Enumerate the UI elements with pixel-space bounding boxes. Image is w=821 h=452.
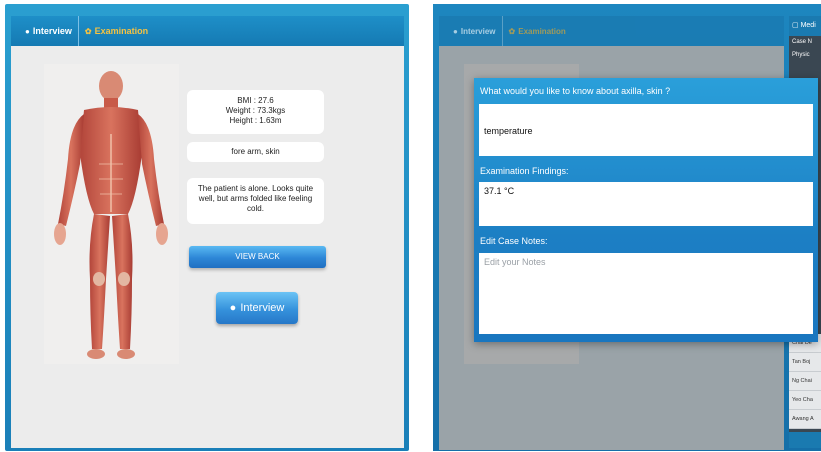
- stethoscope-icon: ✿: [84, 26, 92, 36]
- selected-region-text: fore arm, skin: [231, 147, 280, 156]
- chat-bubbles-icon: ●: [25, 26, 30, 36]
- tab-bar-dimmed: ● Interview ✿ Examination: [439, 16, 784, 46]
- side-panel-footer: [789, 432, 821, 448]
- tab-interview-label: Interview: [32, 26, 72, 36]
- list-item[interactable]: Awang A: [789, 410, 821, 429]
- height-value: Height : 1.63m: [229, 116, 282, 125]
- stethoscope-icon: ✿: [508, 26, 516, 36]
- question-label: What would you like to know about axilla…: [480, 86, 671, 96]
- chat-bubbles-icon: ●: [229, 302, 237, 314]
- screenshot-root: ● Interview ✿ Examination BMI: 27.6 Wei…: [0, 0, 821, 452]
- notes-label: Edit Case Notes:: [480, 236, 548, 246]
- anatomy-body-image[interactable]: [44, 64, 179, 364]
- interview-button[interactable]: ● Interview: [216, 292, 298, 324]
- side-line-case[interactable]: Case N: [789, 36, 821, 49]
- view-back-button[interactable]: VIEW BACK: [189, 246, 326, 268]
- findings-label: Examination Findings:: [480, 166, 569, 176]
- list-item[interactable]: Ng Chai: [789, 372, 821, 391]
- examination-question-modal: What would you like to know about axilla…: [474, 78, 818, 342]
- findings-value: 37.1 °C: [484, 186, 515, 196]
- tab-examination-label: Examination: [94, 26, 149, 36]
- examination-screen: ● Interview ✿ Examination BMI: 27.6 Wei…: [5, 4, 409, 451]
- tab-examination-dimmed-label: Examination: [518, 26, 566, 36]
- tab-interview-dimmed-label: Interview: [460, 26, 496, 36]
- findings-box: 37.1 °C: [479, 182, 813, 226]
- observation-text: The patient is alone. Looks quite well, …: [197, 184, 314, 213]
- question-input[interactable]: temperature: [479, 104, 813, 156]
- list-item[interactable]: Tan Boj: [789, 353, 821, 372]
- document-icon: ▢: [792, 22, 799, 29]
- examination-content: BMI : 27.6 Weight : 73.3kgs Height : 1.6…: [11, 46, 404, 448]
- list-item[interactable]: Yeo Cha: [789, 391, 821, 410]
- side-panel-title: Medi: [800, 22, 816, 29]
- observation-card: The patient is alone. Looks quite well, …: [187, 178, 324, 224]
- side-line-physical[interactable]: Physic: [789, 49, 821, 62]
- selected-region-card: fore arm, skin: [187, 142, 324, 162]
- tab-interview[interactable]: ● Interview: [19, 16, 79, 46]
- question-input-value: temperature: [484, 126, 533, 136]
- tab-examination-dimmed[interactable]: ✿ Examination: [503, 16, 572, 46]
- chat-bubbles-icon: ●: [453, 26, 458, 36]
- notes-placeholder: Edit your Notes: [484, 257, 546, 267]
- tab-examination[interactable]: ✿ Examination: [79, 16, 154, 46]
- interview-button-label: Interview: [240, 302, 285, 314]
- tab-bar: ● Interview ✿ Examination: [11, 16, 404, 46]
- tab-interview-dimmed[interactable]: ● Interview: [447, 16, 503, 46]
- weight-value: Weight : 73.3kgs: [225, 106, 286, 115]
- bmi-value: BMI : 27.6: [237, 96, 274, 105]
- side-panel-header: ▢ Medi: [789, 16, 821, 36]
- case-notes-textarea[interactable]: Edit your Notes: [479, 253, 813, 334]
- patient-list: Chai De Tan Boj Ng Chai Yeo Cha Awang A: [789, 334, 821, 429]
- patient-measurements-card: BMI : 27.6 Weight : 73.3kgs Height : 1.6…: [187, 90, 324, 134]
